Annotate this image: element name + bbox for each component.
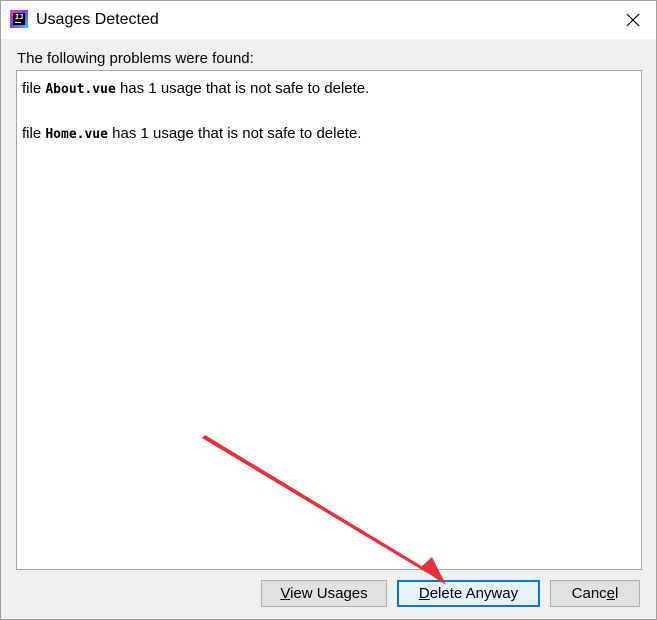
cancel-button[interactable]: Cancel	[550, 580, 640, 607]
problem-item-about: file About.vue has 1 usage that is not s…	[22, 80, 370, 97]
title-bar: IJ Usages Detected	[1, 1, 656, 39]
problem-item-home: file Home.vue has 1 usage that is not sa…	[22, 125, 362, 142]
dialog-title: Usages Detected	[36, 11, 159, 28]
close-icon	[626, 13, 640, 27]
file-name: About.vue	[45, 82, 116, 97]
close-button[interactable]	[610, 1, 656, 39]
delete-anyway-button[interactable]: Delete Anyway	[397, 580, 540, 607]
intellij-app-icon: IJ	[10, 10, 28, 28]
problems-heading: The following problems were found:	[17, 50, 254, 67]
view-usages-button[interactable]: View Usages	[261, 580, 387, 607]
problems-list[interactable]: file About.vue has 1 usage that is not s…	[16, 70, 642, 570]
usages-detected-dialog: IJ Usages Detected The following problem…	[0, 0, 657, 620]
file-name: Home.vue	[45, 127, 108, 142]
